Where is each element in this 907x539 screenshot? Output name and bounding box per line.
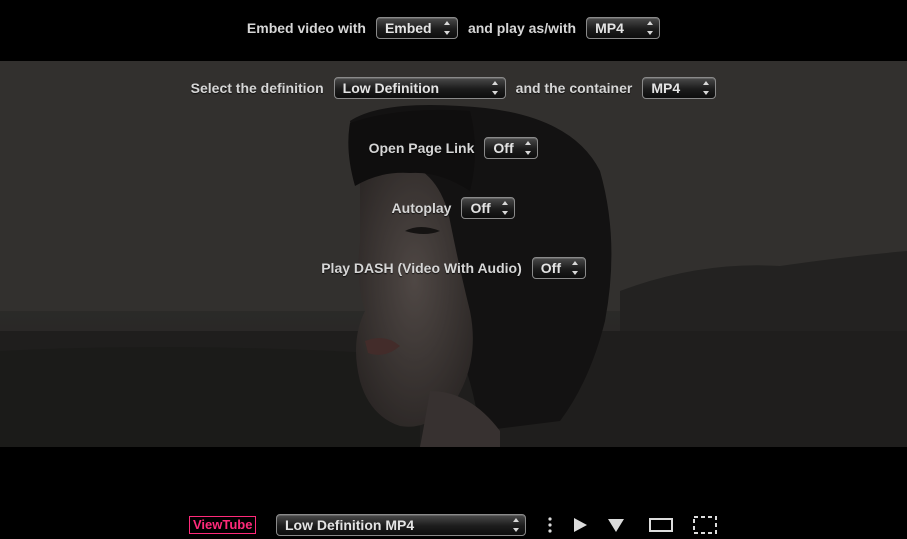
autoplay-row: Autoplay Off [0,196,907,220]
dash-label: Play DASH (Video With Audio) [321,260,522,276]
container-select[interactable]: MP4 [642,77,717,99]
play-with-select-value: MP4 [595,20,624,36]
embed-select-value: Embed [384,20,432,36]
embed-label: Embed video with [246,20,366,36]
select-arrows-icon [524,141,531,155]
select-arrows-icon [572,261,579,275]
window-icon[interactable] [648,515,674,535]
container-label: and the container [515,80,633,96]
play-icon[interactable] [571,515,589,535]
autoplay-select[interactable]: Off [461,197,516,219]
open-page-select[interactable]: Off [484,137,539,159]
dash-select-value: Off [540,260,561,276]
video-source-select-value: Low Definition MP4 [285,517,415,533]
open-page-select-value: Off [493,140,514,156]
definition-row: Select the definition Low Definition and… [0,76,907,100]
container-select-value: MP4 [651,80,681,96]
definition-select-value: Low Definition [342,80,440,96]
embed-row: Embed video with Embed and play as/with … [0,16,907,40]
select-arrows-icon [492,81,499,95]
dash-row: Play DASH (Video With Audio) Off [0,256,907,280]
autoplay-label: Autoplay [391,200,452,216]
video-source-select[interactable]: Low Definition MP4 [276,514,526,536]
viewtube-logo[interactable]: ViewTube [189,516,257,534]
select-arrows-icon [512,518,519,532]
embed-select[interactable]: Embed [375,17,458,39]
play-with-select[interactable]: MP4 [586,17,661,39]
autoplay-select-value: Off [470,200,491,216]
download-icon[interactable] [606,515,626,535]
select-arrows-icon [501,201,508,215]
select-arrows-icon [702,81,709,95]
more-vertical-icon[interactable] [544,515,556,535]
video-dim-overlay [0,61,907,447]
open-page-row: Open Page Link Off [0,136,907,160]
definition-label: Select the definition [190,80,324,96]
select-arrows-icon [646,21,653,35]
play-with-label: and play as/with [467,20,577,36]
definition-select[interactable]: Low Definition [333,77,506,99]
player-toolbar: ViewTube Low Definition MP4 [0,512,907,538]
video-frame[interactable] [0,61,907,447]
dash-select[interactable]: Off [531,257,586,279]
select-arrows-icon [444,21,451,35]
fullscreen-icon[interactable] [692,515,718,535]
open-page-label: Open Page Link [368,140,475,156]
viewtube-player: Embed video with Embed and play as/with … [0,0,907,539]
